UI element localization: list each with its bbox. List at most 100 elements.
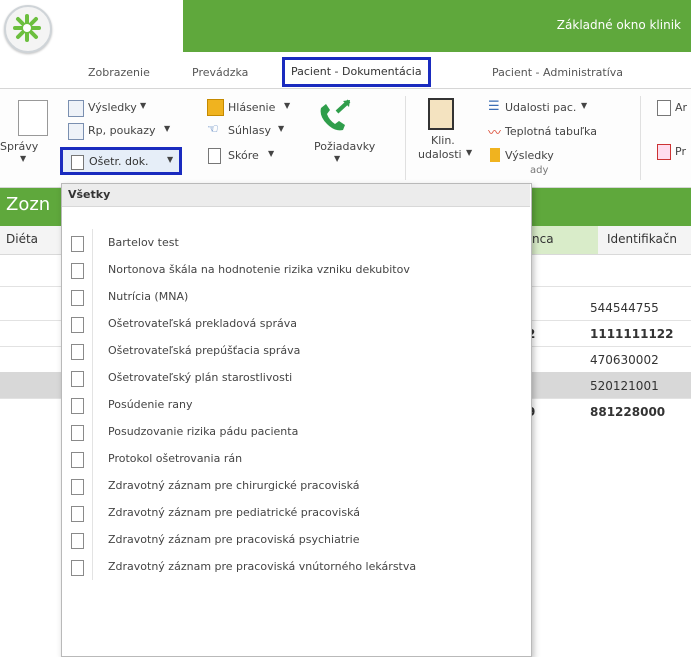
window-title: Základné okno klinik — [556, 18, 681, 32]
menu-item-label: Zdravotný záznam pre pediatrické pracovi… — [108, 506, 361, 519]
chevron-down-icon: ▼ — [268, 149, 275, 158]
vysledky-button[interactable]: Výsledky — [88, 101, 137, 114]
document-icon — [657, 100, 671, 116]
report-icon — [207, 99, 224, 116]
cell-id: 470630002 — [590, 353, 659, 367]
hlasenie-button[interactable]: Hlásenie — [228, 101, 275, 114]
menu-item-label: Posudzovanie rizika pádu pacienta — [108, 425, 299, 438]
section-title: Zozn — [6, 194, 51, 215]
column-header-dieta[interactable]: Diéta — [6, 232, 38, 246]
ribbon-group-label: ady — [530, 165, 549, 176]
chevron-down-icon: ▼ — [164, 124, 171, 133]
document-icon — [71, 425, 84, 441]
menu-item-label: Ošetrovateľský plán starostlivosti — [108, 371, 293, 384]
document-icon — [71, 317, 84, 333]
chevron-down-icon: ▼ — [167, 155, 174, 164]
document-icon — [71, 479, 84, 495]
menu-item[interactable]: Zdravotný záznam pre pracoviská psychiat… — [62, 526, 530, 553]
menu-item-label: Nortonova škála na hodnotenie rizika vzn… — [108, 263, 410, 276]
menu-item-label: Nutrícia (MNA) — [108, 290, 189, 303]
chevron-down-icon: ▼ — [334, 154, 341, 163]
pdf-icon — [657, 144, 671, 160]
menu-item-label: Bartelov test — [108, 236, 179, 249]
cell-id: 881228000 — [590, 405, 666, 419]
chevron-down-icon: ▼ — [284, 101, 291, 110]
cell-id: 1111111122 — [590, 327, 674, 341]
menu-item[interactable]: Ošetrovateľská prekladová správa — [62, 310, 530, 337]
menu-item[interactable]: Nutrícia (MNA) — [62, 283, 530, 310]
cell-id: 544544755 — [590, 301, 659, 315]
document-icon — [71, 236, 84, 252]
document-icon — [208, 148, 221, 164]
document-icon — [18, 100, 48, 136]
events-icon: ☰ — [488, 99, 500, 114]
document-icon — [71, 344, 84, 360]
menu-item[interactable]: Ošetrovateľská prepúšťacia správa — [62, 337, 530, 364]
app-logo-icon — [13, 14, 41, 42]
phone-icon — [315, 98, 355, 138]
cell-id: 520121001 — [590, 379, 659, 393]
menu-item[interactable]: Posúdenie rany — [62, 391, 530, 418]
document-icon — [71, 533, 84, 549]
poziadavky-button[interactable]: Požiadavky — [314, 140, 375, 153]
chevron-down-icon: ▼ — [20, 154, 27, 163]
menu-item-label: Posúdenie rany — [108, 398, 193, 411]
teplotna-tabulka-button[interactable]: Teplotná tabuľka — [505, 125, 597, 138]
results-icon — [490, 148, 500, 162]
document-icon — [71, 263, 84, 279]
results-icon — [68, 100, 84, 117]
tab-prevadzka[interactable]: Prevádzka — [192, 62, 248, 84]
menu-item[interactable]: Protokol ošetrovania rán — [62, 445, 530, 472]
klin-label: Klin. — [431, 134, 455, 147]
menu-item-label: Ošetrovateľská prepúšťacia správa — [108, 344, 301, 357]
menu-item[interactable]: Ošetrovateľský plán starostlivosti — [62, 364, 530, 391]
document-icon — [71, 290, 84, 306]
document-icon — [71, 398, 84, 414]
chevron-down-icon: ▼ — [581, 101, 588, 110]
spravy-button[interactable]: Správy — [0, 140, 38, 153]
app-menu-button[interactable] — [4, 5, 52, 53]
menu-item-label: Zdravotný záznam pre pracoviská psychiat… — [108, 533, 360, 546]
ribbon-separator — [405, 96, 406, 180]
menu-item-label: Zdravotný záznam pre pracoviská vnútorné… — [108, 560, 417, 573]
tab-pacient-administrativa[interactable]: Pacient - Administratíva — [492, 62, 623, 84]
ribbon-separator — [640, 96, 641, 180]
vysledky-2-button[interactable]: Výsledky — [505, 149, 554, 162]
dropdown-header: Všetky — [62, 184, 530, 207]
rp-poukazy-button[interactable]: Rp, poukazy — [88, 124, 156, 137]
column-header-id[interactable]: Identifikačn — [607, 232, 677, 246]
chevron-down-icon: ▼ — [466, 148, 473, 157]
tab-zobrazenie[interactable]: Zobrazenie — [88, 62, 150, 84]
document-icon — [71, 155, 84, 170]
document-icon — [71, 506, 84, 522]
menu-item-label: Zdravotný záznam pre chirurgické pracovi… — [108, 479, 360, 492]
an-button[interactable]: Ar — [675, 101, 687, 114]
udalosti-pac-button[interactable]: Udalosti pac. — [505, 101, 576, 114]
menu-item[interactable]: Posudzovanie rizika pádu pacienta — [62, 418, 530, 445]
consent-icon: ☜ — [207, 122, 219, 137]
menu-item[interactable]: Nortonova škála na hodnotenie rizika vzn… — [62, 256, 530, 283]
clipboard-icon — [428, 98, 454, 130]
chevron-down-icon: ▼ — [278, 124, 285, 133]
osetr-dok-button[interactable]: Ošetr. dok. ▼ — [60, 147, 182, 175]
prescription-icon — [68, 123, 84, 140]
tab-pacient-dokumentacia[interactable]: Pacient - Dokumentácia — [282, 57, 431, 87]
document-icon — [71, 452, 84, 468]
document-icon — [71, 560, 84, 576]
column-header-mid[interactable]: nca — [532, 232, 554, 246]
pr-button[interactable]: Pr — [675, 145, 686, 158]
menu-item[interactable]: Bartelov test — [62, 229, 530, 256]
menu-item[interactable]: Zdravotný záznam pre chirurgické pracovi… — [62, 472, 530, 499]
menu-item[interactable]: Zdravotný záznam pre pracoviská vnútorné… — [62, 553, 530, 580]
klin-udalosti-button[interactable]: udalosti — [418, 148, 462, 161]
osetr-dok-label: Ošetr. dok. — [89, 155, 149, 168]
title-bar: Základné okno klinik — [183, 0, 691, 52]
document-icon — [71, 371, 84, 387]
temperature-chart-icon: 〰 — [488, 126, 502, 141]
menu-item[interactable]: Zdravotný záznam pre pediatrické pracovi… — [62, 499, 530, 526]
suhlasy-button[interactable]: Súhlasy — [228, 124, 271, 137]
menu-item-label: Protokol ošetrovania rán — [108, 452, 243, 465]
chevron-down-icon: ▼ — [140, 101, 147, 110]
dropdown-header-label: Všetky — [68, 188, 111, 201]
skore-button[interactable]: Skóre — [228, 149, 259, 162]
